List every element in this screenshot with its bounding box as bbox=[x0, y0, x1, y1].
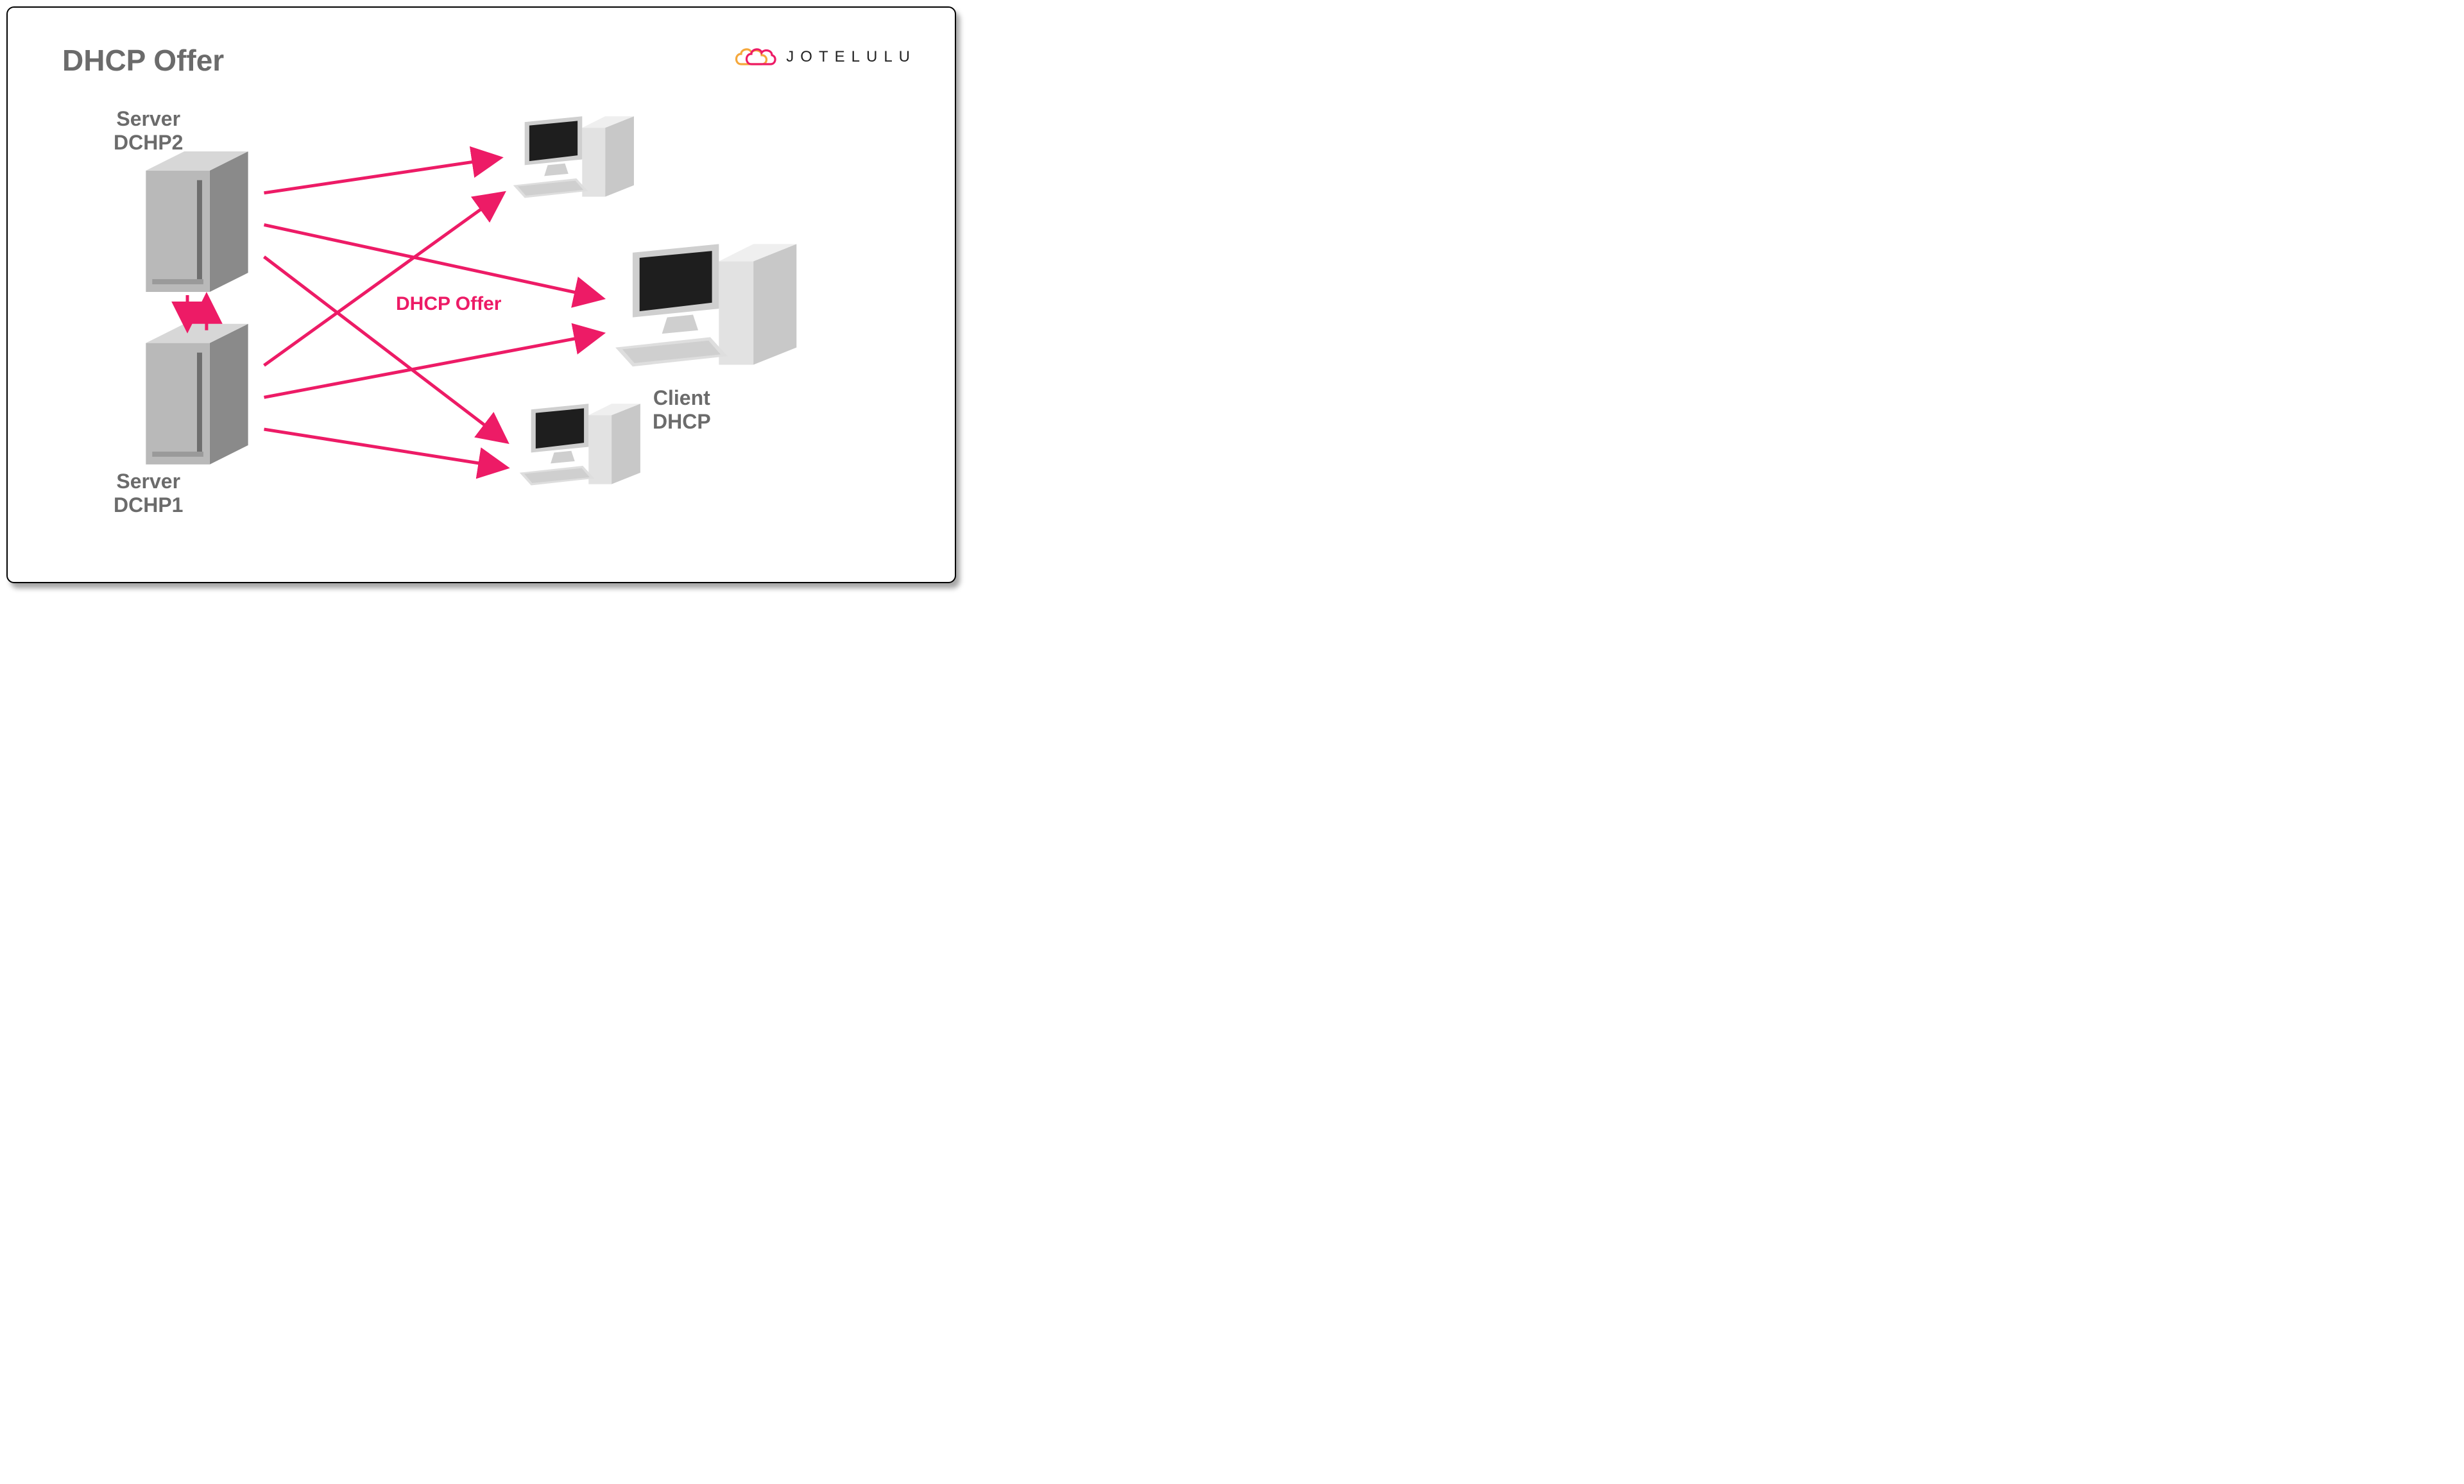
pc-top-icon bbox=[513, 116, 634, 198]
label-client-dhcp: Client DHCP bbox=[653, 386, 711, 434]
pc-bottom-icon bbox=[520, 404, 640, 485]
label-dhcp-offer: DHCP Offer bbox=[396, 293, 501, 315]
arrow-s1-to-pc-top bbox=[264, 193, 504, 366]
arrow-s2-to-pc-top bbox=[264, 158, 501, 193]
arrow-s2-to-client bbox=[264, 225, 603, 298]
server-dhcp2-icon bbox=[146, 151, 248, 292]
client-dhcp-icon bbox=[615, 244, 796, 366]
diagram-title: DHCP Offer bbox=[62, 43, 224, 78]
brand-logo: JOTELULU bbox=[732, 45, 916, 69]
label-server-dhcp2: Server DCHP2 bbox=[114, 107, 183, 155]
arrow-s2-to-pc-bottom bbox=[264, 257, 507, 442]
server-dhcp1-icon bbox=[146, 324, 248, 465]
diagram-frame: DHCP Offer JOTELULU Server DCHP2 Server … bbox=[6, 6, 956, 583]
cloud-icon bbox=[732, 45, 777, 69]
arrow-s1-to-pc-bottom bbox=[264, 429, 507, 468]
brand-text: JOTELULU bbox=[786, 48, 916, 66]
arrow-s1-to-client bbox=[264, 334, 603, 398]
label-server-dhcp1: Server DCHP1 bbox=[114, 470, 183, 517]
